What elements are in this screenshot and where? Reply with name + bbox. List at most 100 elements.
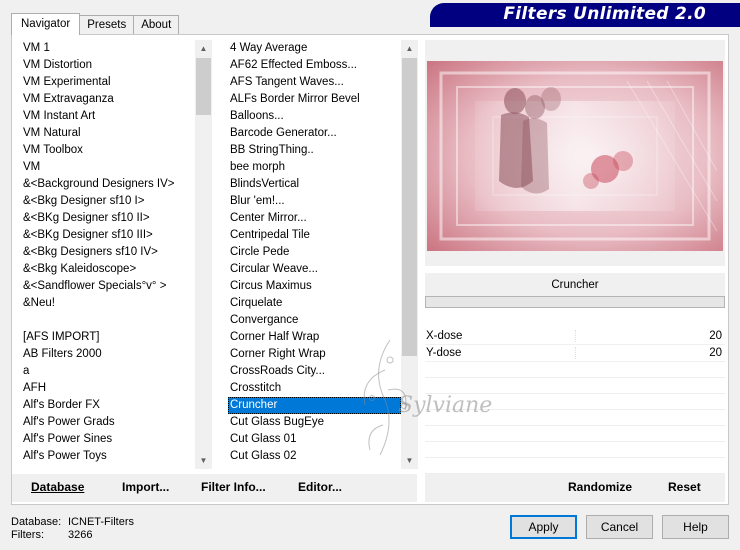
banner-title: Filters Unlimited 2.0 — [503, 4, 706, 24]
list-item[interactable]: Cirquelate — [228, 295, 401, 312]
list-item[interactable]: a — [21, 363, 195, 380]
list-item[interactable]: VM Natural — [21, 125, 195, 142]
category-scrollbar[interactable]: ▲ ▼ — [195, 40, 212, 469]
preview-frame — [425, 40, 725, 266]
list-item[interactable]: CrossRoads City... — [228, 363, 401, 380]
list-item[interactable]: VM Instant Art — [21, 108, 195, 125]
list-item[interactable]: 4 Way Average — [228, 40, 401, 57]
scroll-up-icon[interactable]: ▲ — [401, 40, 418, 57]
randomize-button[interactable]: Randomize — [568, 480, 632, 494]
filters-label: Filters: — [11, 529, 44, 541]
category-list[interactable]: VM 1 VM Distortion VM Experimental VM Extra… — [21, 40, 195, 468]
list-item[interactable]: AB Filters 2000 — [21, 346, 195, 363]
import-button[interactable]: Import... — [122, 480, 169, 494]
list-item[interactable]: AFS Tangent Waves... — [228, 74, 401, 91]
editor-button[interactable]: Editor... — [298, 480, 342, 494]
list-item[interactable]: Alf's Power Toys — [21, 448, 195, 465]
help-button[interactable]: Help — [662, 515, 729, 539]
parameter-button-bar: Randomize Reset — [425, 474, 725, 502]
param-label: Y-dose — [426, 347, 462, 359]
list-item[interactable]: Alf's Border FX — [21, 397, 195, 414]
list-item[interactable]: VM Extravaganza — [21, 91, 195, 108]
tab-navigator[interactable]: Navigator — [11, 13, 81, 35]
database-label: Database: — [11, 516, 62, 528]
list-item[interactable]: Cut Glass 02 — [228, 448, 401, 465]
param-row-empty — [425, 410, 725, 426]
param-row-y-dose[interactable]: Y-dose 20 — [425, 345, 725, 362]
list-item[interactable]: VM — [21, 159, 195, 176]
param-value[interactable]: 20 — [709, 328, 722, 345]
list-item[interactable]: Cruncher — [228, 397, 401, 414]
list-item[interactable]: Corner Half Wrap — [228, 329, 401, 346]
param-label: X-dose — [426, 330, 463, 342]
filters-count: 3266 — [68, 529, 93, 541]
param-row-empty — [425, 442, 725, 458]
list-item[interactable]: Cut Glass 01 — [228, 431, 401, 448]
list-item[interactable]: BB StringThing.. — [228, 142, 401, 159]
list-item[interactable]: &<Background Designers IV> — [21, 176, 195, 193]
list-item[interactable]: Crosstitch — [228, 380, 401, 397]
param-row-empty — [425, 378, 725, 394]
scroll-down-icon[interactable]: ▼ — [195, 452, 212, 469]
list-item[interactable]: Alf's Power Grads — [21, 414, 195, 431]
list-item[interactable]: &<BKg Designer sf10 II> — [21, 210, 195, 227]
list-item[interactable]: Centripedal Tile — [228, 227, 401, 244]
list-item[interactable]: Barcode Generator... — [228, 125, 401, 142]
list-item[interactable]: &Neu! — [21, 295, 195, 312]
title-banner: Filters Unlimited 2.0 — [430, 3, 740, 27]
scroll-down-icon[interactable]: ▼ — [401, 452, 418, 469]
list-item[interactable]: Circular Weave... — [228, 261, 401, 278]
list-item[interactable]: AF62 Effected Emboss... — [228, 57, 401, 74]
list-item[interactable]: bee morph — [228, 159, 401, 176]
list-item[interactable]: Blur 'em!... — [228, 193, 401, 210]
param-row-x-dose[interactable]: X-dose 20 — [425, 328, 725, 345]
list-item[interactable]: VM Distortion — [21, 57, 195, 74]
param-value[interactable]: 20 — [709, 345, 722, 362]
parameter-list: X-dose 20 Y-dose 20 — [425, 328, 725, 474]
list-item[interactable]: BlindsVertical — [228, 176, 401, 193]
list-item[interactable]: &<BKg Designer sf10 III> — [21, 227, 195, 244]
list-item[interactable] — [21, 312, 195, 329]
cancel-button[interactable]: Cancel — [586, 515, 653, 539]
filter-info-button[interactable]: Filter Info... — [201, 480, 266, 494]
list-item[interactable]: ALFs Border Mirror Bevel — [228, 91, 401, 108]
list-item[interactable]: Convergance — [228, 312, 401, 329]
list-item[interactable]: VM 1 — [21, 40, 195, 57]
database-value: ICNET-Filters — [68, 516, 134, 528]
param-row-empty — [425, 362, 725, 378]
list-item[interactable]: AFH — [21, 380, 195, 397]
reset-button[interactable]: Reset — [668, 480, 701, 494]
list-item[interactable]: &<Bkg Designers sf10 IV> — [21, 244, 195, 261]
list-item[interactable]: Center Mirror... — [228, 210, 401, 227]
list-item[interactable]: &<Bkg Kaleidoscope> — [21, 261, 195, 278]
list-item[interactable]: Alf's Power Sines — [21, 431, 195, 448]
scroll-thumb[interactable] — [196, 58, 211, 115]
scroll-thumb[interactable] — [402, 58, 417, 356]
status-area: Database: ICNET-Filters Filters: 3266 — [11, 516, 134, 542]
filter-list[interactable]: 4 Way Average AF62 Effected Emboss... AFS … — [228, 40, 401, 468]
list-item[interactable]: Balloons... — [228, 108, 401, 125]
list-item[interactable]: Cut Glass BugEye — [228, 414, 401, 431]
list-item[interactable]: &<Bkg Designer sf10 I> — [21, 193, 195, 210]
list-item[interactable]: &<Sandflower Specials°v° > — [21, 278, 195, 295]
list-item[interactable]: Circus Maximus — [228, 278, 401, 295]
apply-button[interactable]: Apply — [510, 515, 577, 539]
list-item[interactable]: Corner Right Wrap — [228, 346, 401, 363]
database-button[interactable]: Database — [31, 480, 84, 494]
tab-about[interactable]: About — [133, 15, 180, 35]
tab-strip: Navigator Presets About — [11, 13, 180, 35]
param-row-empty — [425, 426, 725, 442]
list-item[interactable]: [AFS IMPORT] — [21, 329, 195, 346]
scroll-up-icon[interactable]: ▲ — [195, 40, 212, 57]
list-item[interactable]: VM Experimental — [21, 74, 195, 91]
param-row-empty — [425, 394, 725, 410]
list-item[interactable]: Circle Pede — [228, 244, 401, 261]
navigator-button-bar: Database Import... Filter Info... Editor… — [12, 474, 417, 502]
tab-presets[interactable]: Presets — [79, 15, 135, 35]
filter-name-label: Cruncher — [425, 273, 725, 297]
preview-image[interactable] — [427, 61, 723, 251]
filter-description-box — [425, 296, 725, 308]
filter-scrollbar[interactable]: ▲ ▼ — [401, 40, 418, 469]
list-item[interactable]: VM Toolbox — [21, 142, 195, 159]
param-row-empty — [425, 458, 725, 474]
